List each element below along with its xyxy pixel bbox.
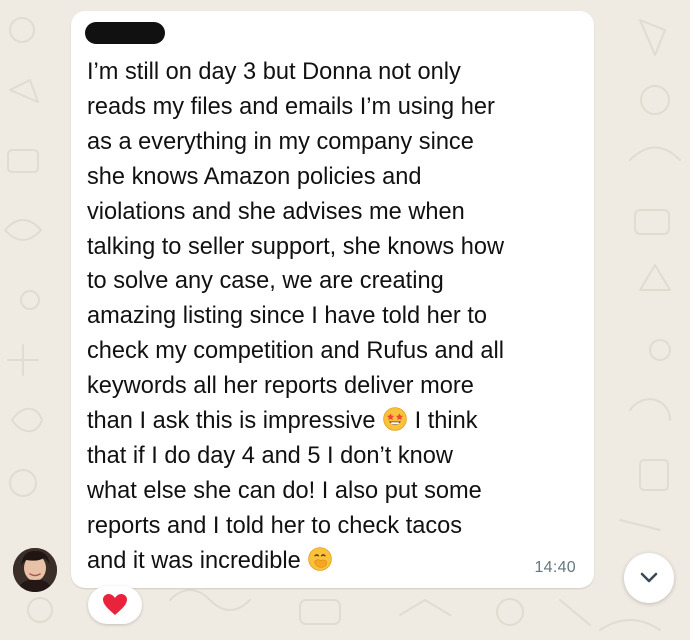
message-line: that if I do day 4 and 5 I don’t know: [87, 442, 453, 469]
star-struck-emoji: [383, 407, 407, 431]
message-bubble[interactable]: I’m still on day 3 but Donna not only re…: [71, 11, 594, 588]
message-line: talking to seller support, she knows how: [87, 233, 505, 260]
scroll-to-bottom-button[interactable]: [624, 553, 674, 603]
face-with-hand-over-mouth-emoji: [308, 546, 333, 571]
message-line: keywords all her reports deliver more: [87, 373, 474, 400]
message-line: what else she can do! I also put some: [87, 477, 482, 504]
message-line-segment: and it was incredible: [87, 547, 308, 574]
message-line: as a everything in my company since: [87, 128, 474, 155]
message-line: than I ask this is impressive I think: [87, 407, 478, 435]
message-line: reads my files and emails I’m using her: [87, 93, 495, 120]
message-line: reports and I told her to check tacos: [87, 512, 463, 539]
message-line: amazing listing since I have told her to: [87, 303, 487, 330]
message-line: violations and she advises me when: [87, 198, 465, 225]
message-line: to solve any case, we are creating: [87, 268, 444, 295]
avatar-image: [13, 548, 57, 592]
sender-name-redacted: [85, 22, 165, 44]
sender-avatar[interactable]: [13, 548, 57, 592]
message-line-segment: than I ask this is impressive: [87, 408, 383, 435]
message-timestamp: 14:40: [534, 559, 576, 576]
message-line-segment: I think: [408, 408, 478, 435]
reaction-badge[interactable]: [88, 586, 142, 624]
chevron-down-icon: [640, 572, 658, 583]
message-line: she knows Amazon policies and: [87, 163, 422, 190]
red-heart-icon: [103, 594, 127, 615]
message-line: check my competition and Rufus and all: [87, 338, 505, 365]
message-text: I’m still on day 3 but Donna not only re…: [87, 55, 555, 579]
message-line: I’m still on day 3 but Donna not only: [87, 59, 461, 85]
message-line: and it was incredible: [87, 546, 333, 574]
